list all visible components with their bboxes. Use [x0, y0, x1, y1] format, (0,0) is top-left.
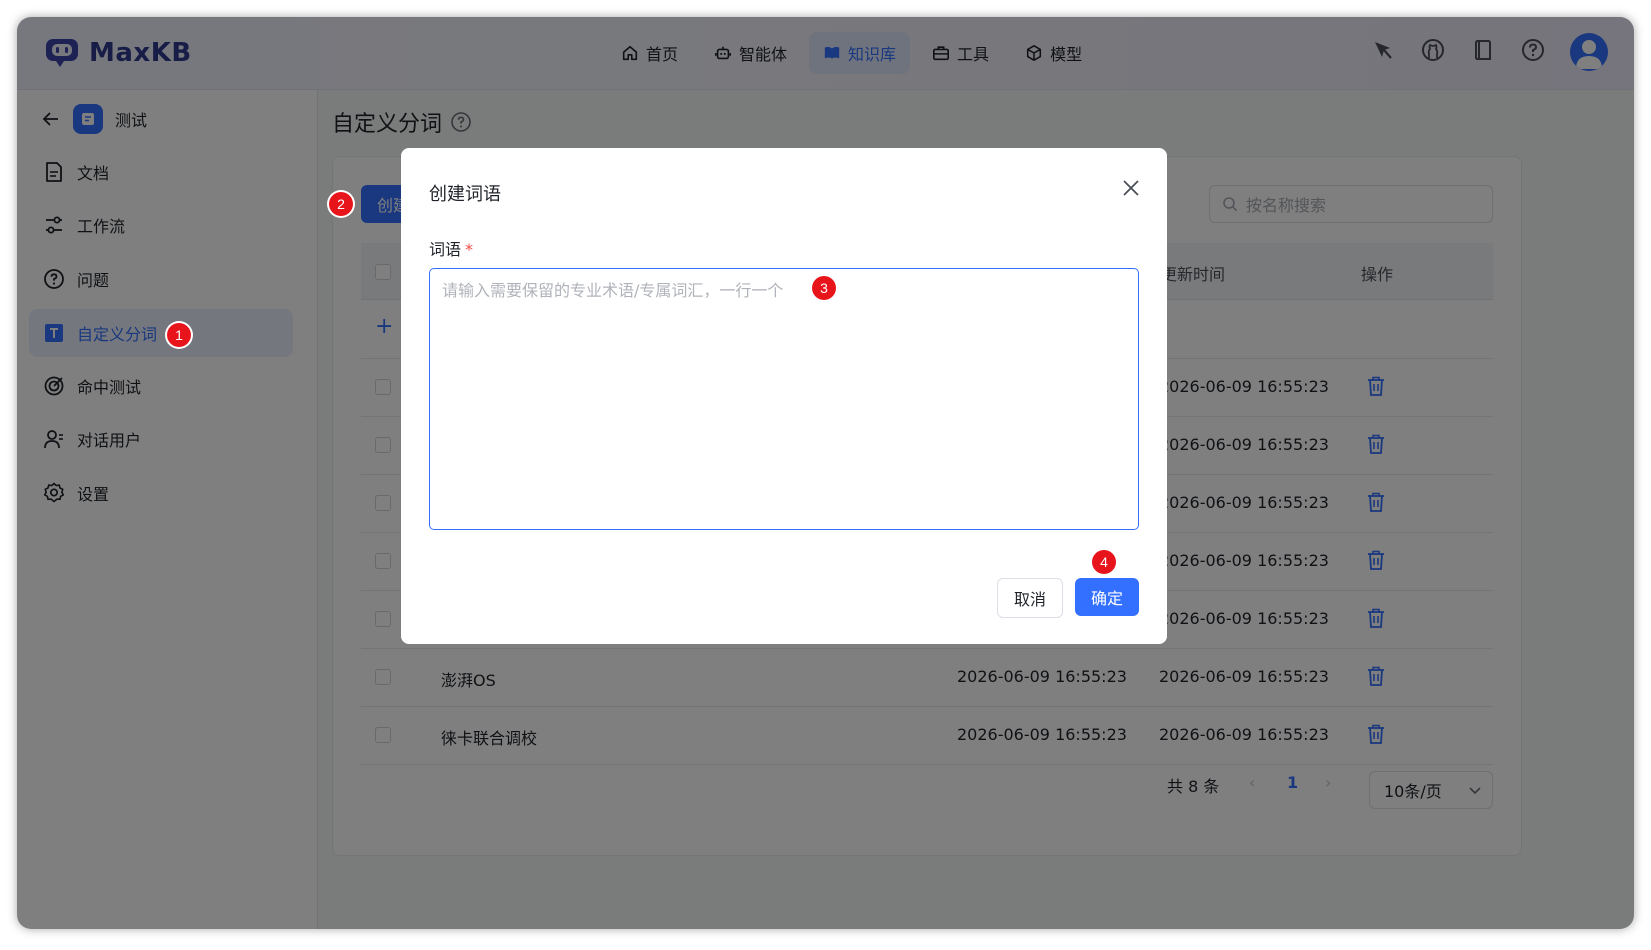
step-marker-4: 4 — [1092, 550, 1116, 574]
step-marker-3: 3 — [812, 276, 836, 300]
word-field-label-text: 词语 — [429, 240, 462, 259]
required-mark: * — [465, 240, 474, 259]
word-field-label: 词语 * — [429, 236, 473, 260]
step-marker-2: 2 — [329, 192, 353, 216]
cancel-button[interactable]: 取消 — [997, 578, 1063, 618]
close-icon[interactable] — [1121, 178, 1141, 198]
app-window: MaxKB 首页 智能体 知识库 工具 模型 — [17, 17, 1634, 929]
dialog-title: 创建词语 — [429, 184, 501, 205]
create-word-dialog: 创建词语 词语* 取消 确定 — [401, 148, 1167, 644]
word-textarea[interactable] — [429, 268, 1139, 530]
step-marker-1: 1 — [167, 323, 191, 347]
confirm-button[interactable]: 确定 — [1075, 578, 1139, 616]
